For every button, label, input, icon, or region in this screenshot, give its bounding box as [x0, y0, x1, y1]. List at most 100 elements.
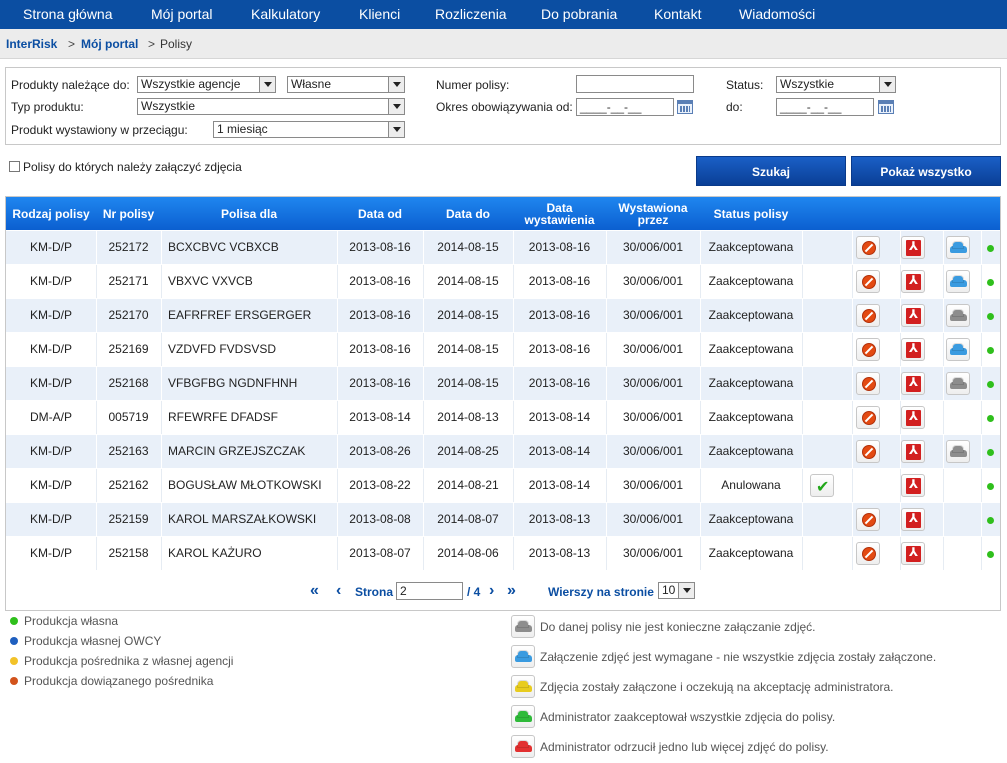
table-row[interactable]: KM-D/P 252169 VZDVFD FVDSVSD 2013-08-16 2014…	[6, 332, 1000, 366]
cell-policy-holder[interactable]: MARCIN GRZEJSZCZAK	[168, 435, 337, 468]
table-row[interactable]: DM-A/P 005719 RFEWRFE DFADSF 2013-08-14 2014…	[6, 400, 1000, 434]
cell-policy-number[interactable]: 005719	[96, 401, 161, 434]
cell-policy-number[interactable]: 252169	[96, 333, 161, 366]
own-select[interactable]: Własne	[287, 76, 405, 93]
pdf-icon[interactable]	[901, 440, 925, 463]
chevron-down-icon[interactable]	[678, 583, 694, 598]
car-photo-icon[interactable]	[946, 440, 970, 463]
chevron-down-icon[interactable]	[388, 77, 404, 92]
nav-home[interactable]: Strona główna	[23, 0, 113, 29]
table-row[interactable]: KM-D/P 252159 KAROL MARSZAŁKOWSKI 2013-08-0…	[6, 502, 1000, 536]
header-issued-by[interactable]: Wystawiona przez	[606, 197, 700, 230]
cell-policy-holder[interactable]: VZDVFD FVDSVSD	[168, 333, 337, 366]
cell-policy-holder[interactable]: BCXCBVC VCBXCB	[168, 231, 337, 264]
last-page-icon[interactable]: »	[507, 583, 516, 599]
pdf-icon[interactable]	[901, 406, 925, 429]
chevron-down-icon[interactable]	[388, 122, 404, 137]
validity-from-input[interactable]: ____-__-__	[576, 98, 674, 116]
pdf-icon[interactable]	[901, 542, 925, 565]
table-row[interactable]: KM-D/P 252163 MARCIN GRZEJSZCZAK 2013-08-26…	[6, 434, 1000, 468]
cancel-policy-icon[interactable]	[856, 236, 880, 259]
cell-policy-holder[interactable]: RFEWRFE DFADSF	[168, 401, 337, 434]
cancel-policy-icon[interactable]	[856, 304, 880, 327]
issued-within-select[interactable]: 1 miesiąc	[213, 121, 405, 138]
car-photo-icon[interactable]	[946, 270, 970, 293]
cancel-policy-icon[interactable]	[856, 406, 880, 429]
show-all-button[interactable]: Pokaż wszystko	[851, 156, 1001, 186]
search-button[interactable]: Szukaj	[696, 156, 846, 186]
header-policy-holder[interactable]: Polisa dla	[161, 197, 337, 230]
nav-messages[interactable]: Wiadomości	[739, 0, 815, 29]
first-page-icon[interactable]: «	[310, 583, 319, 599]
cancel-policy-icon[interactable]	[856, 508, 880, 531]
chevron-down-icon[interactable]	[259, 77, 275, 92]
header-policy-status[interactable]: Status polisy	[700, 197, 802, 230]
rows-per-page-select[interactable]: 10	[658, 582, 695, 599]
calendar-icon[interactable]	[677, 100, 693, 114]
page-number-input[interactable]: 2	[396, 582, 463, 600]
cell-policy-number[interactable]: 252158	[96, 537, 161, 570]
nav-calculators[interactable]: Kalkulatory	[251, 0, 320, 29]
pdf-icon[interactable]	[901, 508, 925, 531]
cell-policy-holder[interactable]: VFBGFBG NGDNFHNH	[168, 367, 337, 400]
header-policy-number[interactable]: Nr polisy	[96, 197, 161, 230]
header-issue-date[interactable]: Data wystawienia	[513, 197, 606, 230]
status-select[interactable]: Wszystkie	[776, 76, 896, 93]
photos-checkbox[interactable]	[9, 161, 20, 172]
car-photo-icon[interactable]	[946, 338, 970, 361]
nav-my-portal[interactable]: Mój portal	[151, 0, 212, 29]
car-photo-icon[interactable]	[946, 236, 970, 259]
cell-policy-holder[interactable]: BOGUSŁAW MŁOTKOWSKI	[168, 469, 337, 502]
cancel-policy-icon[interactable]	[856, 440, 880, 463]
policy-number-input[interactable]	[576, 75, 694, 93]
breadcrumb-portal[interactable]: Mój portal	[81, 37, 138, 51]
nav-clients[interactable]: Klienci	[359, 0, 400, 29]
pdf-icon[interactable]	[901, 474, 925, 497]
header-policy-type[interactable]: Rodzaj polisy	[6, 197, 96, 230]
car-photo-icon[interactable]	[946, 304, 970, 327]
cancel-policy-icon[interactable]	[856, 542, 880, 565]
cell-policy-number[interactable]: 252171	[96, 265, 161, 298]
cell-policy-holder[interactable]: EAFRFREF ERSGERGER	[168, 299, 337, 332]
cell-policy-number[interactable]: 252159	[96, 503, 161, 536]
cancel-policy-icon[interactable]	[856, 338, 880, 361]
cell-policy-number[interactable]: 252163	[96, 435, 161, 468]
chevron-down-icon[interactable]	[879, 77, 895, 92]
nav-downloads[interactable]: Do pobrania	[541, 0, 617, 29]
cancel-policy-icon[interactable]	[856, 270, 880, 293]
cell-policy-holder[interactable]: KAROL MARSZAŁKOWSKI	[168, 503, 337, 536]
pdf-icon[interactable]	[901, 304, 925, 327]
cell-policy-holder[interactable]: KAROL KAŻURO	[168, 537, 337, 570]
pdf-icon[interactable]	[901, 338, 925, 361]
cell-policy-number[interactable]: 252162	[96, 469, 161, 502]
pdf-icon[interactable]	[901, 236, 925, 259]
table-row[interactable]: KM-D/P 252170 EAFRFREF ERSGERGER 2013-08-16…	[6, 298, 1000, 332]
cell-policy-number[interactable]: 252168	[96, 367, 161, 400]
agency-select[interactable]: Wszystkie agencje	[137, 76, 276, 93]
table-row[interactable]: KM-D/P 252172 BCXCBVC VCBXCB 2013-08-16 2014…	[6, 230, 1000, 264]
car-photo-icon[interactable]	[946, 372, 970, 395]
header-date-from[interactable]: Data od	[337, 197, 423, 230]
cell-policy-holder[interactable]: VBXVC VXVCB	[168, 265, 337, 298]
cell-policy-number[interactable]: 252170	[96, 299, 161, 332]
photos-checkbox-row[interactable]: Polisy do których należy załączyć zdjęci…	[9, 160, 242, 174]
header-date-to[interactable]: Data do	[423, 197, 513, 230]
breadcrumb-root[interactable]: InterRisk	[6, 37, 57, 51]
nav-contact[interactable]: Kontakt	[654, 0, 701, 29]
chevron-down-icon[interactable]	[388, 99, 404, 114]
previous-page-icon[interactable]: ‹	[336, 583, 341, 599]
calendar-icon[interactable]	[878, 100, 894, 114]
table-row[interactable]: KM-D/P 252158 KAROL KAŻURO 2013-08-07 2014-0…	[6, 536, 1000, 570]
next-page-icon[interactable]: ›	[489, 583, 494, 599]
nav-settlements[interactable]: Rozliczenia	[435, 0, 507, 29]
cancel-policy-icon[interactable]	[856, 372, 880, 395]
cell-policy-number[interactable]: 252172	[96, 231, 161, 264]
checkmark-icon[interactable]	[810, 474, 834, 497]
table-row[interactable]: KM-D/P 252171 VBXVC VXVCB 2013-08-16 2014-08…	[6, 264, 1000, 298]
pdf-icon[interactable]	[901, 270, 925, 293]
table-row[interactable]: KM-D/P 252162 BOGUSŁAW MŁOTKOWSKI 2013-08-2…	[6, 468, 1000, 502]
pdf-icon[interactable]	[901, 372, 925, 395]
table-row[interactable]: KM-D/P 252168 VFBGFBG NGDNFHNH 2013-08-16 20…	[6, 366, 1000, 400]
product-type-select[interactable]: Wszystkie	[137, 98, 405, 115]
validity-to-input[interactable]: ____-__-__	[776, 98, 874, 116]
